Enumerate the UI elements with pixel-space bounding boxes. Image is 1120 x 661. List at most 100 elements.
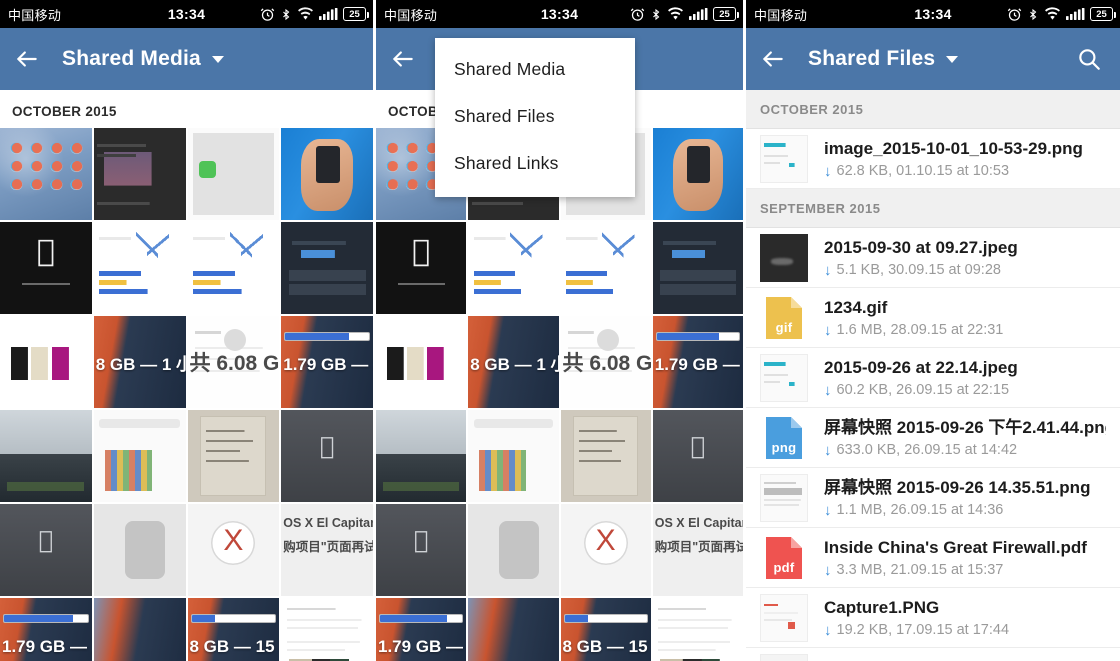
media-thumbnail[interactable] — [281, 222, 373, 314]
media-grid: 8 GB — 1 小时 共 6.08 GB 1.79 GB — 3 分钟 OS … — [376, 128, 743, 661]
media-thumbnail[interactable] — [468, 504, 559, 596]
file-thumbnail: gif — [760, 293, 808, 342]
media-thumbnail[interactable] — [187, 222, 280, 314]
cellular-signal-icon — [1066, 7, 1085, 21]
media-thumbnail[interactable] — [0, 128, 92, 220]
back-arrow-icon[interactable] — [390, 46, 416, 72]
media-thumbnail[interactable]: 1.79 GB — 正在计 — [0, 598, 92, 661]
media-thumbnail[interactable] — [376, 222, 467, 314]
file-row[interactable]: Capture1.PNG ↓ 19.2 KB, 17.09.15 at 17:4… — [746, 588, 1120, 648]
back-arrow-icon[interactable] — [14, 46, 40, 72]
media-thumbnail[interactable]: 共 6.08 GB — [187, 316, 280, 408]
download-arrow-icon: ↓ — [824, 261, 832, 279]
screenshot-root: 中国移动 13:34 25 Shared Media OCTOBER 2015 … — [0, 0, 1120, 661]
file-row[interactable]: pdf Inside China's Great Firewall.pdf ↓ … — [746, 528, 1120, 588]
media-thumbnail[interactable] — [652, 222, 743, 314]
file-meta: 2015-09-26 at 22.14.jpeg ↓ 60.2 KB, 26.0… — [824, 357, 1106, 398]
file-thumbnail — [760, 473, 808, 522]
media-thumbnail[interactable] — [560, 410, 651, 502]
media-overlay-text: OS X El Capitan"失败 — [283, 516, 373, 530]
media-thumbnail[interactable] — [652, 128, 743, 220]
back-arrow-icon[interactable] — [760, 46, 786, 72]
file-size-date: 633.0 KB, 26.09.15 at 14:42 — [836, 442, 1018, 459]
file-row[interactable]: Capture.PNG — [746, 648, 1120, 661]
media-thumbnail[interactable] — [0, 504, 92, 596]
file-row[interactable]: 2015-09-26 at 22.14.jpeg ↓ 60.2 KB, 26.0… — [746, 348, 1120, 408]
battery-level: 25 — [1096, 8, 1107, 20]
media-thumbnail[interactable] — [281, 410, 373, 502]
bluetooth-icon — [280, 7, 292, 22]
media-thumbnail[interactable] — [376, 504, 467, 596]
media-thumbnail[interactable]: 8 GB — 1 小时 — [93, 316, 186, 408]
media-thumbnail[interactable] — [468, 598, 559, 661]
alarm-clock-icon — [260, 7, 275, 22]
media-thumbnail[interactable] — [187, 410, 280, 502]
file-subtitle: ↓ 1.1 MB, 26.09.15 at 14:36 — [824, 502, 1106, 518]
menu-item-shared-files[interactable]: Shared Files — [435, 93, 635, 140]
media-overlay-text: 共 6.08 GB — [189, 352, 280, 375]
wifi-icon — [1044, 7, 1061, 21]
menu-item-shared-links[interactable]: Shared Links — [435, 140, 635, 187]
wifi-icon — [667, 7, 684, 21]
file-meta: 屏幕快照 2015-09-26 14.35.51.png ↓ 1.1 MB, 2… — [824, 477, 1106, 518]
file-name: image_2015-10-01_10-53-29.png — [824, 138, 1083, 158]
chevron-down-icon[interactable] — [211, 55, 224, 63]
media-thumbnail[interactable] — [281, 128, 373, 220]
media-thumbnail[interactable] — [93, 222, 186, 314]
media-thumbnail[interactable] — [93, 504, 186, 596]
media-grid: 8 GB — 1 小时 共 6.08 GB 1.79 GB — 3 分钟 OS … — [0, 128, 373, 661]
file-row[interactable]: 屏幕快照 2015-09-26 14.35.51.png ↓ 1.1 MB, 2… — [746, 468, 1120, 528]
media-thumbnail[interactable]: 1.79 GB — 3 分钟 — [652, 316, 743, 408]
media-overlay-text: 购项目"页面再试一次。 — [283, 539, 373, 554]
media-thumbnail[interactable] — [560, 504, 651, 596]
search-icon[interactable] — [1076, 46, 1102, 72]
media-thumbnail[interactable]: 8 GB — 1 小时 — [468, 316, 559, 408]
media-thumbnail[interactable] — [93, 410, 186, 502]
status-bar: 中国移动 13:34 25 — [0, 0, 373, 28]
file-row[interactable]: image_2015-10-01_10-53-29.png ↓ 62.8 KB,… — [746, 129, 1120, 189]
media-thumbnail[interactable] — [560, 222, 651, 314]
file-name: 屏幕快照 2015-09-26 14.35.51.png — [824, 477, 1091, 497]
battery-level: 25 — [349, 8, 360, 20]
media-thumbnail[interactable] — [468, 222, 559, 314]
media-thumbnail[interactable]: 共 6.08 GB — [560, 316, 651, 408]
media-thumbnail[interactable] — [652, 598, 743, 661]
media-thumbnail[interactable]: 1.79 GB — 3 分钟 — [281, 316, 373, 408]
file-row[interactable]: 2015-09-30 at 09.27.jpeg ↓ 5.1 KB, 30.09… — [746, 228, 1120, 288]
media-overlay-text: 1.79 GB — 3 分钟 — [654, 354, 743, 374]
media-thumbnail[interactable]: OS X El Capitan"失败 购项目"页面再试一次。 — [281, 504, 373, 596]
chevron-down-icon[interactable] — [946, 55, 959, 63]
media-overlay-text: 8 GB — 1 小时 — [470, 354, 558, 374]
menu-item-shared-media[interactable]: Shared Media — [435, 46, 635, 93]
media-thumbnail[interactable] — [0, 222, 92, 314]
file-subtitle: ↓ 19.2 KB, 17.09.15 at 17:44 — [824, 622, 1106, 638]
file-meta: 1234.gif ↓ 1.6 MB, 28.09.15 at 22:31 — [824, 297, 1106, 338]
bluetooth-icon — [650, 7, 662, 22]
media-thumbnail[interactable] — [281, 598, 373, 661]
filetype-icon-png: png — [760, 414, 808, 462]
panel-shared-media-menu-open: 中国移动 13:34 25 OCTOBER 8 GB — 1 共 6.08 G … — [376, 0, 743, 661]
app-bar: Shared Files — [746, 28, 1120, 90]
file-meta: 屏幕快照 2015-09-26 下午2.41.44.png ↓ 633.0 KB… — [824, 417, 1106, 458]
media-thumbnail[interactable] — [0, 316, 92, 408]
media-thumbnail[interactable] — [187, 504, 280, 596]
media-thumbnail[interactable] — [0, 410, 92, 502]
media-thumbnail[interactable] — [376, 316, 467, 408]
media-thumbnail[interactable]: 1.79 GB — 正在计 — [376, 598, 467, 661]
file-thumbnail — [760, 653, 808, 661]
filetype-label: pdf — [773, 559, 795, 575]
file-row[interactable]: png 屏幕快照 2015-09-26 下午2.41.44.png ↓ 633.… — [746, 408, 1120, 468]
shared-type-dropdown-menu[interactable]: Shared Media Shared Files Shared Links — [435, 38, 635, 197]
file-row[interactable]: gif 1234.gif ↓ 1.6 MB, 28.09.15 at 22:31 — [746, 288, 1120, 348]
file-thumbnail — [760, 134, 808, 183]
media-thumbnail[interactable]: 8 GB — 15 小时 34 — [560, 598, 651, 661]
media-thumbnail[interactable] — [376, 410, 467, 502]
media-thumbnail[interactable] — [93, 598, 186, 661]
media-thumbnail[interactable] — [652, 410, 743, 502]
app-bar: Shared Media — [0, 28, 373, 90]
media-thumbnail[interactable] — [187, 128, 280, 220]
media-thumbnail[interactable]: 8 GB — 15 小时 34 — [187, 598, 280, 661]
media-thumbnail[interactable]: OS X El Capitan"失败 购项目"页面再试一次。 — [652, 504, 743, 596]
media-thumbnail[interactable] — [93, 128, 186, 220]
media-thumbnail[interactable] — [468, 410, 559, 502]
